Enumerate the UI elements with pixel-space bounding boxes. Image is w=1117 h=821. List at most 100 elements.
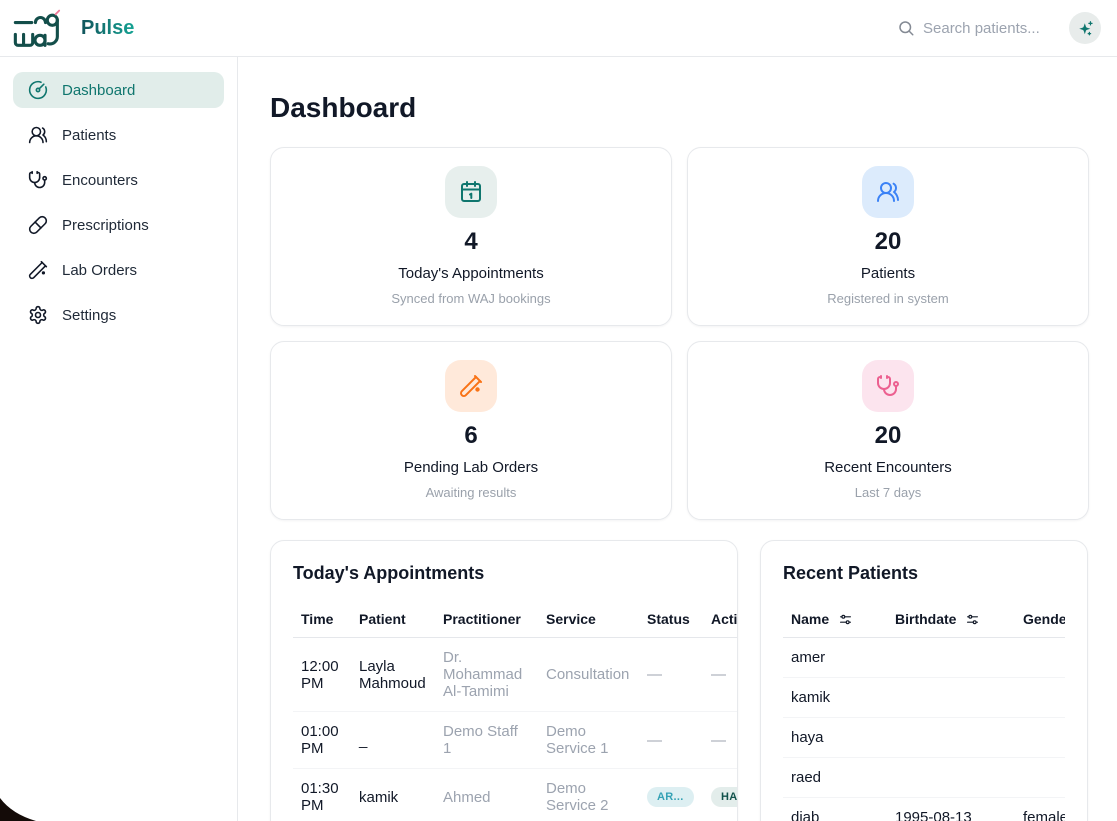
stat-card-patients: 20 Patients Registered in system [687, 147, 1089, 326]
appt-patient: _ [351, 712, 435, 769]
appointments-table: Time Patient Practitioner Service Status… [293, 605, 738, 821]
appt-status: — [639, 638, 703, 712]
test-tube-icon [28, 260, 48, 280]
patient-row[interactable]: amer [783, 638, 1065, 678]
col-patient: Patient [351, 605, 435, 638]
appt-time: 01:30 PM [293, 769, 351, 821]
patient-name: haya [783, 718, 887, 758]
stat-sublabel: Awaiting results [271, 485, 671, 500]
col-practitioner: Practitioner [435, 605, 538, 638]
appt-time: 01:00 PM [293, 712, 351, 769]
patient-name: raed [783, 758, 887, 798]
pill-icon [28, 215, 48, 235]
stat-label: Patients [688, 265, 1088, 282]
stat-label: Pending Lab Orders [271, 459, 671, 476]
patient-birthdate [887, 678, 1015, 718]
sidebar-item-label: Lab Orders [62, 262, 137, 279]
sidebar-item-dashboard[interactable]: Dashboard [13, 72, 224, 108]
stat-label: Today's Appointments [271, 265, 671, 282]
sidebar-item-label: Settings [62, 307, 116, 324]
patient-row[interactable]: kamik [783, 678, 1065, 718]
users-icon [862, 166, 914, 218]
patient-gender [1015, 678, 1065, 718]
patient-gender [1015, 718, 1065, 758]
appointments-title: Today's Appointments [293, 563, 715, 584]
recent-patients-panel: Recent Patients Name [760, 540, 1088, 821]
col-actions: Actions [703, 605, 738, 638]
appointment-row: 12:00 PM Layla Mahmoud Dr. Mohammad Al-T… [293, 638, 738, 712]
appointments-panel: Today's Appointments Time Patient Practi… [270, 540, 738, 821]
patient-name: kamik [783, 678, 887, 718]
patient-row[interactable]: raed [783, 758, 1065, 798]
brand: Pulse [12, 7, 134, 49]
appt-action: — [703, 638, 738, 712]
sidebar-item-encounters[interactable]: Encounters [13, 162, 224, 198]
gear-icon [28, 305, 48, 325]
stat-sublabel: Synced from WAJ bookings [271, 291, 671, 306]
sidebar: Dashboard Patients Encounters Prescripti… [0, 57, 238, 821]
stat-card-encounters: 20 Recent Encounters Last 7 days [687, 341, 1089, 520]
stat-sublabel: Last 7 days [688, 485, 1088, 500]
patient-row[interactable]: haya [783, 718, 1065, 758]
col-status: Status [639, 605, 703, 638]
sidebar-item-label: Dashboard [62, 82, 135, 99]
patient-name: diab [783, 798, 887, 821]
stat-sublabel: Registered in system [688, 291, 1088, 306]
stat-value: 6 [271, 422, 671, 450]
patient-gender [1015, 758, 1065, 798]
recent-patients-title: Recent Patients [783, 563, 1065, 584]
stethoscope-icon [862, 360, 914, 412]
waj-logo [12, 7, 68, 49]
sort-filter-icon[interactable] [839, 613, 852, 626]
patient-name: amer [783, 638, 887, 678]
patient-birthdate [887, 718, 1015, 758]
stat-value: 20 [688, 422, 1088, 450]
sidebar-item-prescriptions[interactable]: Prescriptions [13, 207, 224, 243]
sidebar-item-lab-orders[interactable]: Lab Orders [13, 252, 224, 288]
col-gender: Gender [1015, 605, 1065, 638]
col-birthdate: Birthdate [887, 605, 1015, 638]
sidebar-item-label: Prescriptions [62, 217, 149, 234]
patient-birthdate [887, 638, 1015, 678]
stat-value: 4 [271, 228, 671, 256]
appt-action: — [703, 712, 738, 769]
appt-status: — [639, 712, 703, 769]
sparkles-icon [1077, 20, 1094, 37]
patient-birthdate: 1995-08-13 [887, 798, 1015, 821]
stat-value: 20 [688, 228, 1088, 256]
ai-assistant-button[interactable] [1069, 12, 1101, 44]
appointment-row: 01:30 PM kamik Ahmed Demo Service 2 AR..… [293, 769, 738, 821]
patient-row[interactable]: diab 1995-08-13 female [783, 798, 1065, 821]
appt-practitioner: Ahmed [435, 769, 538, 821]
top-bar: Pulse [0, 0, 1117, 57]
search-input[interactable] [923, 20, 1051, 37]
app-title: Pulse [81, 17, 134, 40]
appt-service: Consultation [538, 638, 639, 712]
appointment-row: 01:00 PM _ Demo Staff 1 Demo Service 1 —… [293, 712, 738, 769]
col-time: Time [293, 605, 351, 638]
appt-practitioner: Dr. Mohammad Al-Tamimi [435, 638, 538, 712]
sort-filter-icon[interactable] [966, 613, 979, 626]
page-title: Dashboard [270, 92, 1089, 124]
sidebar-item-settings[interactable]: Settings [13, 297, 224, 333]
appt-patient: Layla Mahmoud [351, 638, 435, 712]
appt-service: Demo Service 1 [538, 712, 639, 769]
search-box[interactable] [897, 19, 1051, 37]
calendar-icon [445, 166, 497, 218]
gauge-icon [28, 80, 48, 100]
sidebar-item-patients[interactable]: Patients [13, 117, 224, 153]
stats-grid: 4 Today's Appointments Synced from WAJ b… [270, 147, 1089, 520]
stat-label: Recent Encounters [688, 459, 1088, 476]
col-name: Name [783, 605, 887, 638]
col-service: Service [538, 605, 639, 638]
recent-patients-table: Name Birthdate G [783, 605, 1065, 821]
status-badge: AR... [647, 787, 694, 807]
stat-card-appointments: 4 Today's Appointments Synced from WAJ b… [270, 147, 672, 326]
test-tube-icon [445, 360, 497, 412]
appt-time: 12:00 PM [293, 638, 351, 712]
patient-birthdate [887, 758, 1015, 798]
appt-practitioner: Demo Staff 1 [435, 712, 538, 769]
mouse-cursor [0, 795, 36, 821]
stethoscope-icon [28, 170, 48, 190]
action-badge[interactable]: HAS [711, 787, 738, 807]
